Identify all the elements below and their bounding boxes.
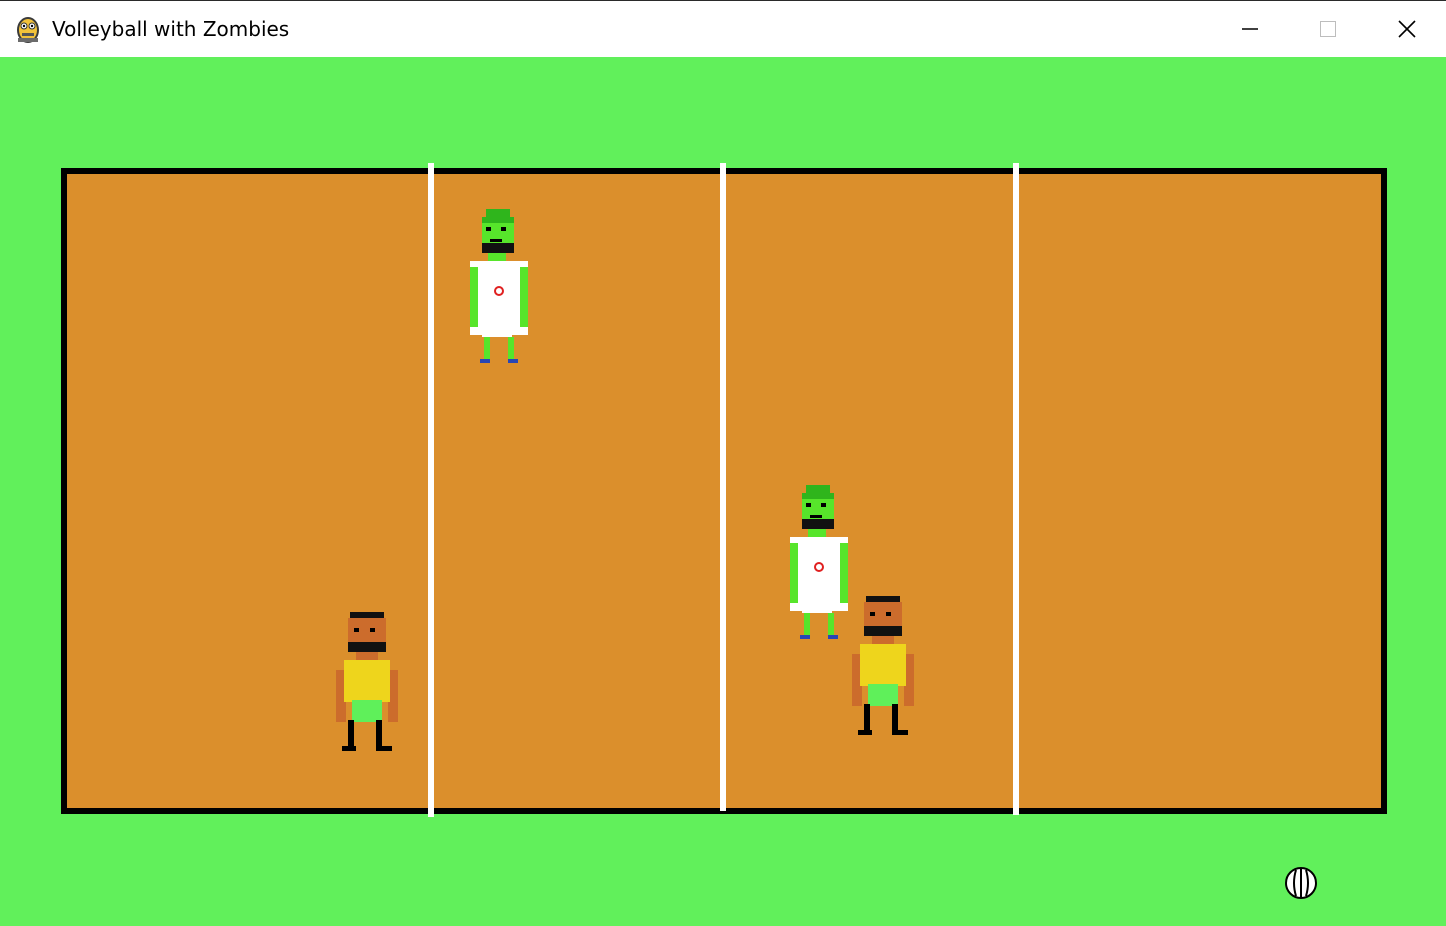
volleyball-court: [61, 163, 1387, 817]
minimize-button[interactable]: [1211, 1, 1289, 57]
game-canvas[interactable]: [0, 57, 1446, 926]
human-player-1[interactable]: [336, 612, 400, 757]
zombie-player-1[interactable]: [468, 209, 532, 365]
close-icon: [1398, 20, 1416, 38]
maximize-button[interactable]: [1289, 1, 1367, 57]
title-bar[interactable]: Volleyball with Zombies: [0, 0, 1446, 57]
close-button[interactable]: [1368, 1, 1446, 57]
pygame-snake-icon: [17, 17, 39, 43]
minimize-icon: [1242, 28, 1258, 30]
window-title: Volleyball with Zombies: [52, 17, 290, 41]
game-window: Volleyball with Zombies: [0, 0, 1446, 926]
zombie-player-2[interactable]: [788, 485, 852, 641]
maximize-icon: [1320, 21, 1336, 37]
human-player-2[interactable]: [852, 596, 916, 741]
volleyball-icon[interactable]: [1284, 866, 1318, 900]
